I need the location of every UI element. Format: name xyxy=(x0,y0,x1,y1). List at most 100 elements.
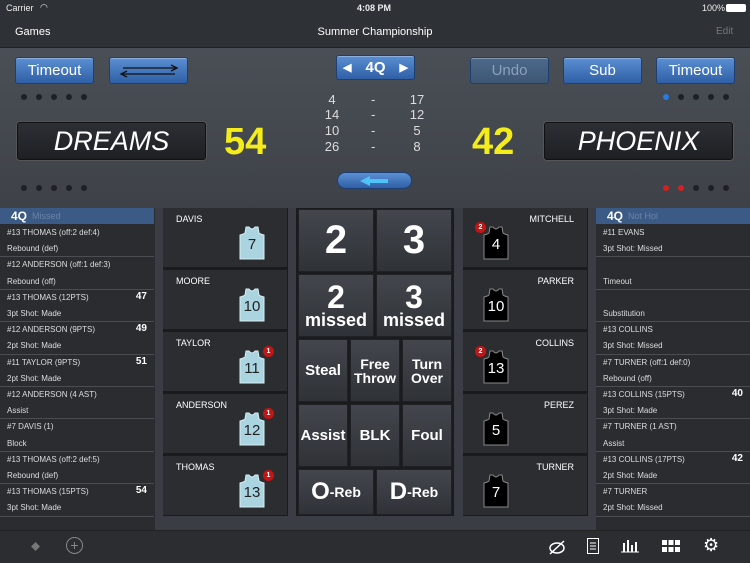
log-row[interactable]: #13 COLLINS xyxy=(596,322,750,338)
log-row[interactable]: #13 THOMAS (12PTS) 47 xyxy=(0,290,154,306)
log-row[interactable]: #7 TURNER xyxy=(596,484,750,500)
log-row[interactable]: Rebound (def) xyxy=(0,241,154,258)
page-title: Summer Championship xyxy=(317,26,433,38)
log-text: 3pt Shot: Missed xyxy=(603,341,663,351)
player-card[interactable]: COLLINS 13 2 xyxy=(463,332,587,392)
log-text: 2pt Shot: Made xyxy=(7,341,62,351)
timeout-left-button[interactable]: Timeout xyxy=(15,57,94,84)
jersey-number: 12 xyxy=(243,422,261,439)
player-card[interactable]: TAYLOR 11 1 xyxy=(163,332,287,392)
log-text: #13 COLLINS (15PTS) xyxy=(603,390,685,399)
player-card[interactable]: ANDERSON 12 1 xyxy=(163,394,287,454)
away-roster: MITCHELL 4 2 PARKER 10 COLLINS 13 2 PEREZ 5 TURNER… xyxy=(463,208,588,516)
log-row[interactable]: Block xyxy=(0,436,154,452)
player-name: PEREZ xyxy=(543,400,574,410)
log-row[interactable]: Rebound (off) xyxy=(0,274,154,290)
quarter-next-icon[interactable]: ▶ xyxy=(400,61,408,74)
log-row[interactable]: #13 THOMAS (off:2 def:4) xyxy=(0,225,154,241)
swap-sides-button[interactable] xyxy=(109,57,188,84)
court-icon[interactable] xyxy=(548,539,566,555)
two-point-missed-button[interactable]: 2 missed xyxy=(298,274,374,337)
quarter-prev-icon[interactable]: ◀ xyxy=(343,61,351,74)
quarter-selector[interactable]: ◀ 4Q ▶ xyxy=(336,55,415,80)
three-point-made-button[interactable]: 3 xyxy=(376,209,452,272)
tag-icon[interactable]: ⬥ xyxy=(31,538,40,554)
turnover-button[interactable]: Turn Over xyxy=(402,339,452,402)
log-row[interactable]: #12 ANDERSON (9PTS) 49 xyxy=(0,322,154,338)
log-row[interactable]: Rebound (def) xyxy=(0,468,154,485)
log-row[interactable]: #11 EVANS xyxy=(596,225,750,241)
log-score: 51 xyxy=(135,355,147,367)
player-card[interactable]: MOORE 10 xyxy=(163,270,287,330)
log-row[interactable]: #7 TURNER (off:1 def:0) xyxy=(596,355,750,371)
undo-button[interactable]: Undo xyxy=(470,57,549,84)
arrow-left-icon xyxy=(359,175,388,186)
log-row[interactable]: #7 TURNER (1 AST) xyxy=(596,419,750,435)
log-row[interactable]: 3pt Shot: Missed xyxy=(596,338,750,355)
log-text: Timeout xyxy=(603,276,632,286)
two-point-made-button[interactable]: 2 xyxy=(298,209,374,272)
log-row[interactable]: #12 ANDERSON (off:1 def:3) xyxy=(0,257,154,273)
block-button[interactable]: BLK xyxy=(350,404,400,467)
log-row[interactable]: 2pt Shot: Missed xyxy=(596,500,750,517)
log-row[interactable]: 3pt Shot: Made xyxy=(0,306,154,323)
log-row[interactable]: #13 THOMAS (15PTS) 54 xyxy=(0,484,154,500)
log-row[interactable]: Assist xyxy=(596,436,750,452)
log-row[interactable]: Assist xyxy=(0,403,154,420)
log-row[interactable]: #13 COLLINS (17PTS) 42 xyxy=(596,452,750,468)
possession-arrow-button[interactable] xyxy=(337,172,412,189)
player-card[interactable]: THOMAS 13 1 xyxy=(163,456,287,516)
log-row[interactable]: 2pt Shot: Made xyxy=(0,338,154,355)
bar-chart-icon[interactable] xyxy=(621,539,639,553)
log-row[interactable]: #13 THOMAS (off:2 def:5) xyxy=(0,452,154,468)
assist-button[interactable]: Assist xyxy=(298,404,348,467)
player-card[interactable]: PARKER 10 xyxy=(463,270,587,330)
log-row[interactable]: 3pt Shot: Made xyxy=(0,500,154,517)
offensive-rebound-button[interactable]: O -Reb xyxy=(298,469,374,515)
log-row[interactable]: 2pt Shot: Made xyxy=(596,468,750,485)
jersey-number: 10 xyxy=(487,298,505,315)
three-point-missed-button[interactable]: 3 missed xyxy=(376,274,452,337)
list-icon[interactable] xyxy=(587,538,599,554)
jersey-icon: 10 xyxy=(483,288,509,322)
log-text: 3pt Shot: Made xyxy=(603,406,658,416)
log-row[interactable]: Timeout xyxy=(596,274,750,290)
grid-icon[interactable] xyxy=(662,540,680,552)
away-log-header: 4Q Not Hol xyxy=(596,208,750,224)
log-text: #11 EVANS xyxy=(603,228,645,237)
settings-icon[interactable]: ⚙ xyxy=(703,535,719,556)
log-row[interactable]: #12 ANDERSON (4 AST) xyxy=(0,387,154,403)
log-text: #12 ANDERSON (off:1 def:3) xyxy=(7,260,111,270)
free-throw-button[interactable]: Free Throw xyxy=(350,339,400,402)
log-row[interactable]: #13 COLLINS (15PTS) 40 xyxy=(596,387,750,403)
log-row[interactable]: #7 DAVIS (1) xyxy=(0,419,154,435)
log-row[interactable]: 3pt Shot: Missed xyxy=(596,241,750,258)
steal-button[interactable]: Steal xyxy=(298,339,348,402)
player-card[interactable]: TURNER 7 xyxy=(463,456,587,516)
log-score: 54 xyxy=(135,485,147,497)
log-row[interactable]: Rebound (off) xyxy=(596,371,750,387)
away-play-log[interactable]: 4Q Not Hol #11 EVANS 3pt Shot: Missed Time… xyxy=(596,208,750,530)
add-circle-icon[interactable]: + xyxy=(66,537,83,554)
home-play-log[interactable]: 4Q Missed #13 THOMAS (off:2 def:4) Reboun… xyxy=(0,208,155,530)
foul-button[interactable]: Foul xyxy=(402,404,452,467)
timeout-right-button[interactable]: Timeout xyxy=(656,57,735,84)
log-text: Rebound (off) xyxy=(7,276,56,286)
log-score: 47 xyxy=(135,290,147,302)
sub-button[interactable]: Sub xyxy=(563,57,642,84)
log-score: 40 xyxy=(731,388,743,399)
home-team-name: DREAMS xyxy=(17,122,206,160)
log-row[interactable] xyxy=(596,290,750,306)
log-row[interactable]: 2pt Shot: Made xyxy=(0,371,154,387)
player-card[interactable]: PEREZ 5 xyxy=(463,394,587,454)
player-card[interactable]: MITCHELL 4 2 xyxy=(463,208,587,268)
log-row[interactable]: Substitution xyxy=(596,306,750,323)
edit-button[interactable]: Edit xyxy=(716,26,733,37)
log-text: 2pt Shot: Missed xyxy=(603,503,663,513)
log-text: Rebound (off) xyxy=(603,373,652,383)
log-row[interactable] xyxy=(596,257,750,273)
log-row[interactable]: 3pt Shot: Made xyxy=(596,403,750,420)
log-row[interactable]: #11 TAYLOR (9PTS) 51 xyxy=(0,355,154,371)
defensive-rebound-button[interactable]: D -Reb xyxy=(376,469,452,515)
player-card[interactable]: DAVIS 7 xyxy=(163,208,287,268)
